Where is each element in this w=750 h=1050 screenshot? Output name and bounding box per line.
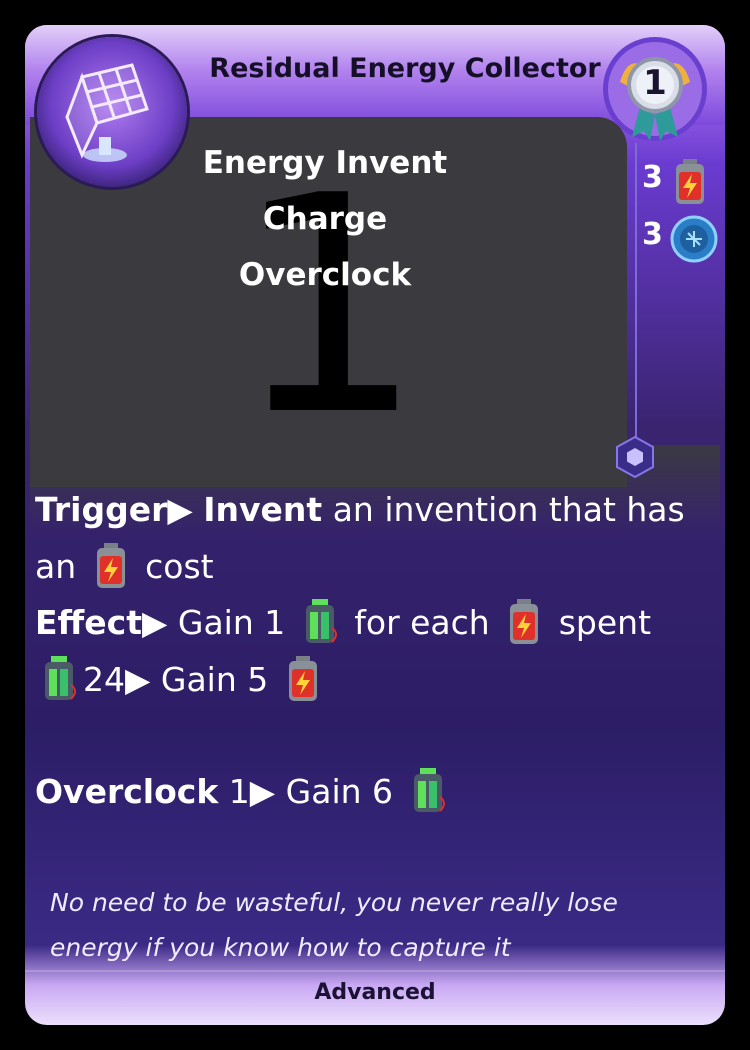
trigger-text: an invention that has xyxy=(332,490,685,529)
trigger-line-2: an cost xyxy=(35,539,715,596)
trigger-label: Trigger xyxy=(35,490,168,529)
red-battery-icon xyxy=(504,598,544,646)
flavor-text: No need to be wasteful, you never really… xyxy=(50,880,690,970)
card-subtitle: Energy Invent Charge Overclock xyxy=(155,135,495,303)
overclock-line: Overclock 1▶ Gain 6 xyxy=(35,764,715,821)
effect-text-2: for each xyxy=(354,603,490,642)
cost-circuit-value: 3 xyxy=(642,217,663,252)
subtitle-line-2: Overclock xyxy=(238,257,412,293)
blue-circuit-token-icon xyxy=(670,215,718,263)
arrow-icon: ▶ xyxy=(249,772,276,811)
flavor-line-1: No need to be wasteful, you never really… xyxy=(50,888,618,917)
arrow-icon: ▶ xyxy=(142,603,168,642)
tier-label: Advanced xyxy=(314,980,436,1005)
card-title: Residual Energy Collector xyxy=(209,53,601,84)
arrow-icon: ▶ xyxy=(167,490,193,529)
trigger-line: Trigger▶ Invent an invention that has xyxy=(35,482,715,539)
level-medal-icon: 1 xyxy=(600,37,710,147)
cost-battery-value: 3 xyxy=(642,160,663,195)
green-battery-icon xyxy=(39,655,79,703)
effect-text-1: Gain 1 xyxy=(177,603,286,642)
trigger-text-3: cost xyxy=(145,546,214,586)
cost-battery: 3 xyxy=(642,158,722,204)
threshold-line: 24▶ Gain 5 xyxy=(35,652,715,709)
red-battery-icon xyxy=(91,542,131,590)
green-battery-icon xyxy=(300,598,340,646)
card[interactable]: 1 Residual Energy Collector Energy Inven… xyxy=(25,25,725,1025)
trigger-keyword: Invent xyxy=(203,490,323,529)
green-battery-icon xyxy=(408,767,448,815)
threshold-text: Gain 5 xyxy=(160,659,269,699)
arrow-icon: ▶ xyxy=(125,659,151,699)
hexagon-icon xyxy=(613,435,657,479)
red-battery-icon xyxy=(283,655,323,703)
footer-divider xyxy=(25,970,725,972)
overclock-value: 1 xyxy=(228,772,250,811)
overclock-text: Gain 6 xyxy=(285,772,394,811)
subtitle-line-1: Energy Invent Charge xyxy=(202,145,448,237)
cube-emblem-icon xyxy=(37,37,187,187)
level-number: 1 xyxy=(643,63,667,103)
rules-text: Trigger▶ Invent an invention that has an… xyxy=(35,482,715,821)
effect-line: Effect▶ Gain 1 for each spent xyxy=(35,595,715,652)
red-battery-icon xyxy=(670,158,710,204)
trigger-text-2: an xyxy=(35,546,77,586)
threshold-value: 24 xyxy=(83,659,125,699)
side-line xyxy=(635,143,637,455)
flavor-line-2: energy if you know how to capture it xyxy=(50,933,511,962)
cost-circuit: 3 xyxy=(642,215,722,263)
effect-text-3: spent xyxy=(558,603,652,642)
effect-label: Effect xyxy=(35,603,142,642)
overclock-label: Overclock xyxy=(35,772,219,811)
